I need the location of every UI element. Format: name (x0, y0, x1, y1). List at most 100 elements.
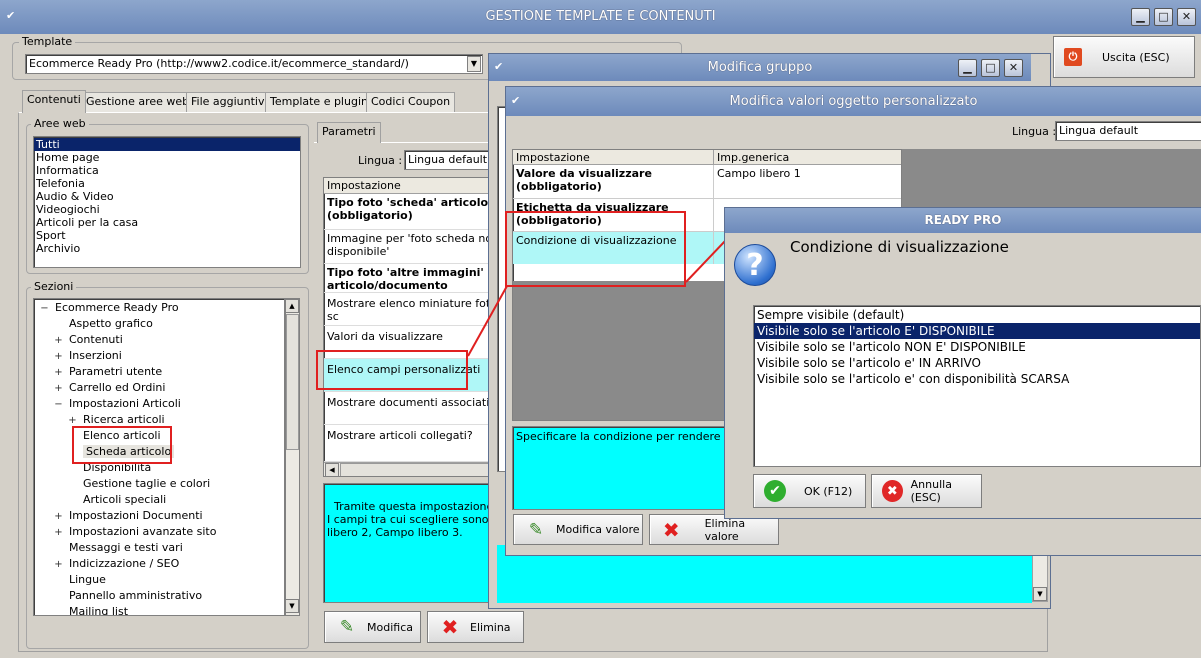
tree-expander-icon[interactable]: + (54, 365, 63, 381)
condition-option[interactable]: Visibile solo se l'articolo NON E' DISPO… (754, 339, 1200, 355)
aree-web-item[interactable]: Telefonia (34, 177, 300, 190)
gruppo-scroll-down[interactable]: ▼ (1033, 587, 1047, 601)
condition-options-list[interactable]: Sempre visibile (default) Visibile solo s… (753, 305, 1201, 467)
annotation-box-elenco (316, 350, 468, 390)
tree-expander-icon[interactable]: + (54, 333, 63, 349)
valori-row-name: Valore da visualizzare (obbligatorio) (513, 165, 714, 199)
condition-option[interactable]: Visibile solo se l'articolo E' DISPONIBI… (754, 323, 1200, 339)
tree-expander-icon[interactable]: + (54, 349, 63, 365)
lingua-label: Lingua : (358, 154, 403, 167)
valori-lingua-label: Lingua : (1012, 125, 1057, 138)
aree-web-item[interactable]: Tutti (34, 138, 300, 151)
aree-web-item[interactable]: Sport (34, 229, 300, 242)
tree-item[interactable]: + Indicizzazione / SEO (40, 556, 284, 572)
valori-col-generica: Imp.generica (714, 150, 901, 165)
gruppo-maximize-button[interactable]: □ (981, 59, 1000, 77)
maximize-button[interactable]: □ (1154, 8, 1173, 26)
aree-web-item[interactable]: Informatica (34, 164, 300, 177)
tree-expander-icon[interactable]: − (54, 397, 63, 413)
condition-option[interactable]: Sempre visibile (default) (754, 307, 1200, 323)
valori-col-impostazione: Impostazione (513, 150, 714, 165)
elimina-button[interactable]: ✖ Elimina (427, 611, 524, 643)
aree-web-item[interactable]: Audio & Video (34, 190, 300, 203)
tree-expander-icon[interactable]: + (54, 557, 63, 573)
parametri-description: Tramite questa impostazione e' po I camp… (323, 483, 503, 603)
template-dropdown-arrow[interactable]: ▼ (467, 56, 481, 72)
aree-web-item[interactable]: Archivio (34, 242, 300, 255)
tree-item[interactable]: Aspetto grafico (40, 316, 284, 332)
gruppo-close-button[interactable]: ✕ (1004, 59, 1023, 77)
valori-row-value[interactable]: Campo libero 1 (714, 165, 901, 199)
aree-web-item[interactable]: Home page (34, 151, 300, 164)
tree-item-label: Gestione taglie e colori (83, 477, 211, 490)
tree-item[interactable]: + Impostazioni avanzate sito (40, 524, 284, 540)
tree-scroll-thumb[interactable] (286, 314, 299, 450)
tree-expander-icon[interactable]: − (40, 301, 49, 317)
tab-file-aggiuntivi[interactable]: File aggiuntivi (186, 92, 273, 112)
main-titlebar: GESTIONE TEMPLATE E CONTENUTI (0, 0, 1201, 34)
valori-lingua-select[interactable]: Lingua default (1055, 121, 1201, 141)
minimize-button[interactable]: ▁ (1131, 8, 1150, 26)
grid-row[interactable]: Tipo foto 'scheda' articolo (obbligatori… (324, 194, 502, 230)
grid-row[interactable]: Immagine per 'foto scheda non disponibil… (324, 230, 502, 264)
tab-gestione-aree-web[interactable]: Gestione aree web (81, 92, 195, 112)
tree-item-label: Indicizzazione / SEO (69, 557, 180, 570)
close-button[interactable]: ✕ (1177, 8, 1196, 26)
valori-title: Modifica valori oggetto personalizzato (729, 94, 978, 109)
template-label: Template (19, 35, 76, 48)
cancel-button[interactable]: ✖ Annulla (ESC) (871, 474, 982, 508)
tree-item[interactable]: − Ecommerce Ready Pro (40, 300, 284, 316)
tab-contenuti[interactable]: Contenuti (22, 90, 86, 113)
tree-expander-icon[interactable]: + (54, 509, 63, 525)
condition-option[interactable]: Visibile solo se l'articolo e' con dispo… (754, 371, 1200, 387)
tree-item-label: Impostazioni Articoli (69, 397, 181, 410)
grid-row[interactable]: Tipo foto 'altre immagini' articolo/docu… (324, 264, 502, 293)
grid-row[interactable]: Mostrare documenti associati? (324, 392, 502, 425)
gruppo-app-icon: ✔ (494, 60, 504, 73)
aree-web-item[interactable]: Videogiochi (34, 203, 300, 216)
tree-item-label: Articoli speciali (83, 493, 167, 506)
condition-option[interactable]: Visibile solo se l'articolo e' IN ARRIVO (754, 355, 1200, 371)
ok-button[interactable]: ✔ OK (F12) (753, 474, 866, 508)
tree-scroll-up[interactable]: ▲ (285, 299, 299, 313)
parametri-grid[interactable]: Impostazione Tipo foto 'scheda' articolo… (323, 177, 503, 477)
tab-codici-coupon[interactable]: Codici Coupon (366, 92, 456, 112)
template-select[interactable]: Ecommerce Ready Pro (http://www2.codice.… (25, 54, 483, 74)
tree-item[interactable]: Gestione taglie e colori (40, 476, 284, 492)
tree-item[interactable]: + Parametri utente (40, 364, 284, 380)
grid-row[interactable]: Mostrare elenco miniature foto' sc (324, 293, 502, 326)
grid-header: Impostazione (324, 178, 502, 194)
tree-item[interactable]: Mailing list (40, 604, 284, 616)
tree-item[interactable]: Lingue (40, 572, 284, 588)
tree-item[interactable]: + Inserzioni (40, 348, 284, 364)
tab-template-plugins[interactable]: Template e plugins (265, 92, 379, 112)
tree-item[interactable]: Articoli speciali (40, 492, 284, 508)
tree-item-label: Contenuti (69, 333, 123, 346)
grid-scroll-left[interactable]: ◀ (325, 463, 339, 476)
tree-item-label: Impostazioni avanzate sito (69, 525, 217, 538)
tree-item[interactable]: Pannello amministrativo (40, 588, 284, 604)
dialog-heading: Condizione di visualizzazione (790, 238, 1009, 256)
tab-parametri[interactable]: Parametri (317, 122, 381, 143)
aree-web-item[interactable]: Articoli per la casa (34, 216, 300, 229)
exit-button[interactable]: ⏻ Uscita (ESC) (1053, 36, 1195, 78)
tree-item[interactable]: + Carrello ed Ordini (40, 380, 284, 396)
tree-scroll-down[interactable]: ▼ (285, 599, 299, 613)
tree-expander-icon[interactable]: + (54, 525, 63, 541)
gruppo-minimize-button[interactable]: ▁ (958, 59, 977, 77)
tree-item[interactable]: + Contenuti (40, 332, 284, 348)
modifica-button[interactable]: ✎ Modifica (324, 611, 421, 643)
modifica-valore-button[interactable]: ✎ Modifica valore (513, 514, 643, 545)
tree-item[interactable]: Messaggi e testi vari (40, 540, 284, 556)
app-icon: ✔ (6, 9, 16, 22)
sezioni-label: Sezioni (31, 280, 77, 293)
tree-item-label: Mailing list (69, 605, 129, 616)
tree-expander-icon[interactable]: + (54, 381, 63, 397)
delete-x-icon: ✖ (441, 615, 459, 639)
grid-row[interactable]: Mostrare articoli collegati? (324, 425, 502, 462)
tree-item[interactable]: + Impostazioni Documenti (40, 508, 284, 524)
gruppo-title: Modifica gruppo (707, 60, 813, 75)
tree-item[interactable]: − Impostazioni Articoli (40, 396, 284, 412)
aree-web-list[interactable]: Tutti Home page Informatica Telefonia Audio … (33, 136, 301, 268)
grid-scroll-thumb[interactable] (340, 463, 500, 476)
